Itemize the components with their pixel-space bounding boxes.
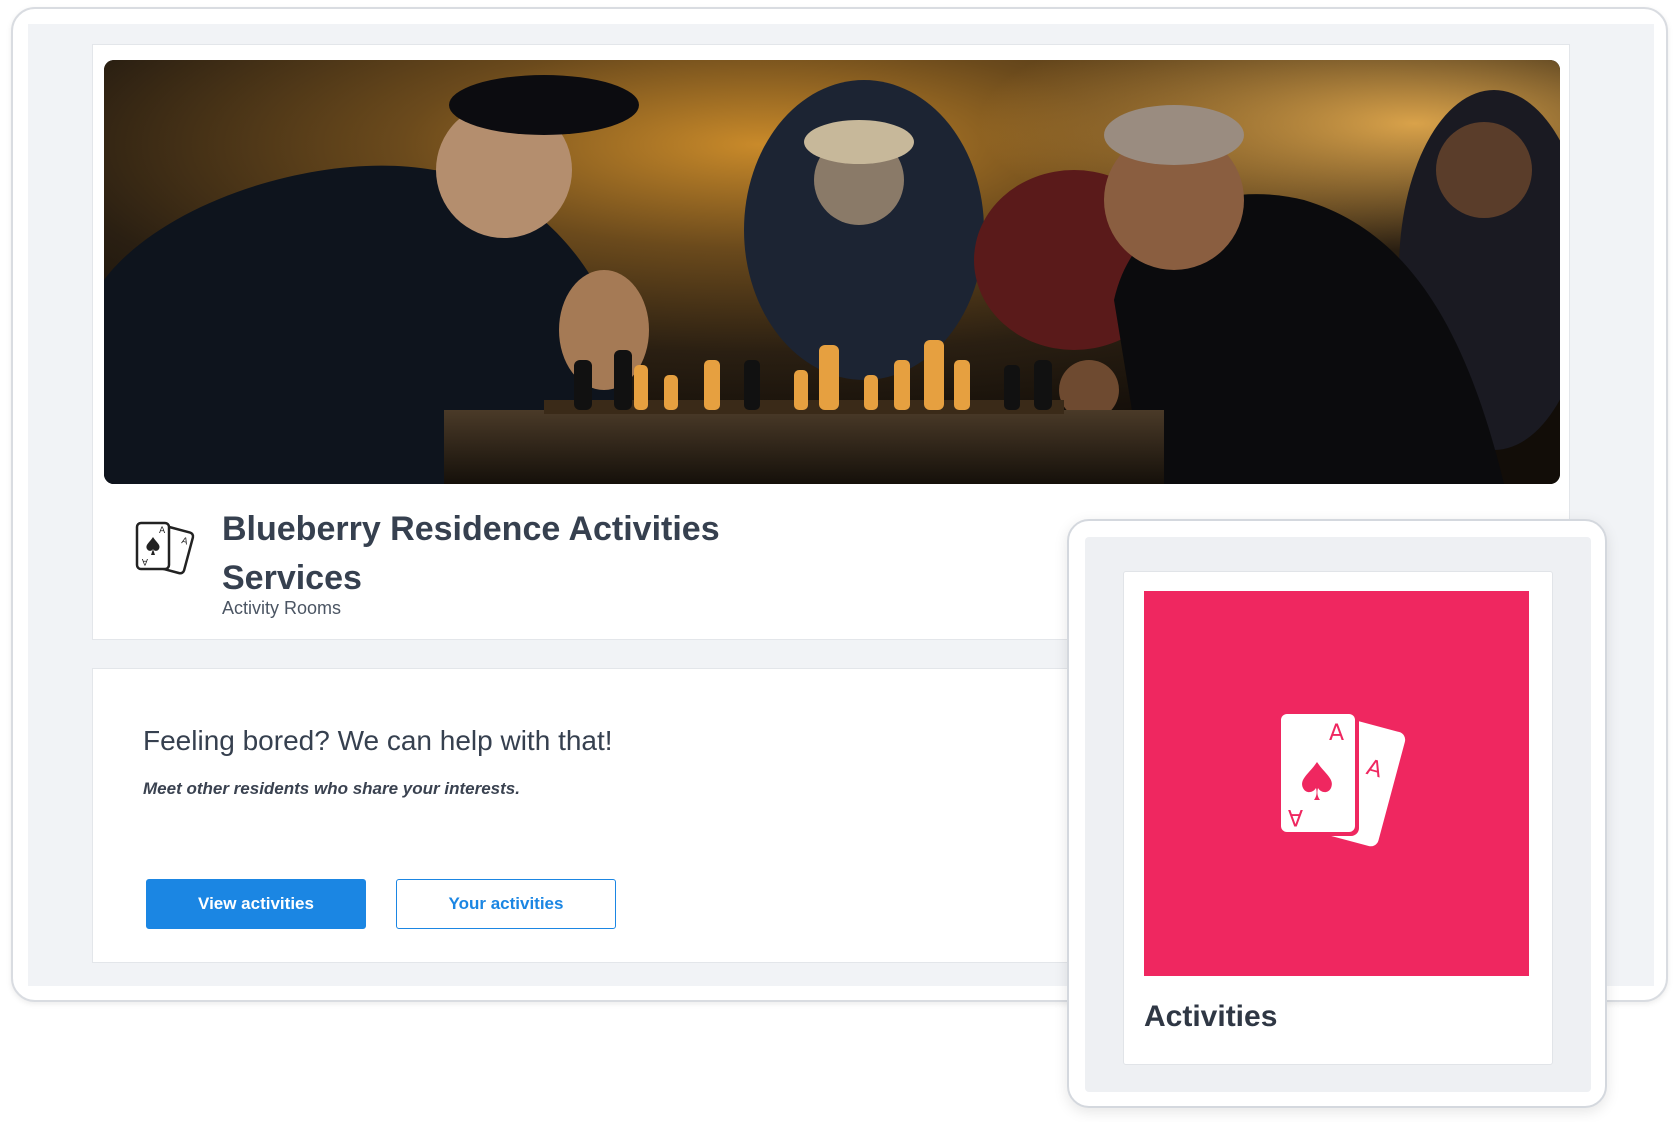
svg-text:A: A	[141, 556, 148, 566]
playing-cards-icon: A A A	[129, 515, 199, 585]
svg-text:A: A	[1329, 721, 1344, 746]
page-title: Blueberry Residence Activities Services	[222, 510, 720, 597]
intro-heading: Feeling bored? We can help with that!	[143, 725, 613, 756]
activities-tile[interactable]: A A A Activities	[1123, 571, 1553, 1065]
playing-cards-icon: A A A	[1276, 709, 1405, 846]
app-stage: A A A Blueberry Residence Activities Ser…	[0, 0, 1675, 1122]
page-subtitle: Activity Rooms	[222, 598, 342, 618]
tile-background: A A A Activities	[1085, 537, 1591, 1092]
hero-image	[104, 60, 1560, 484]
svg-text:A: A	[1287, 804, 1302, 829]
chess-players-photo	[104, 60, 1560, 484]
activities-tile-image: A A A	[1144, 591, 1529, 976]
intro-text: Meet other residents who share your inte…	[143, 779, 520, 798]
activity-tile-popout: A A A Activities	[1067, 519, 1607, 1108]
view-activities-button[interactable]: View activities	[146, 879, 366, 929]
svg-text:A: A	[159, 526, 166, 536]
your-activities-button[interactable]: Your activities	[396, 879, 616, 929]
activities-tile-label: Activities	[1144, 1000, 1278, 1033]
